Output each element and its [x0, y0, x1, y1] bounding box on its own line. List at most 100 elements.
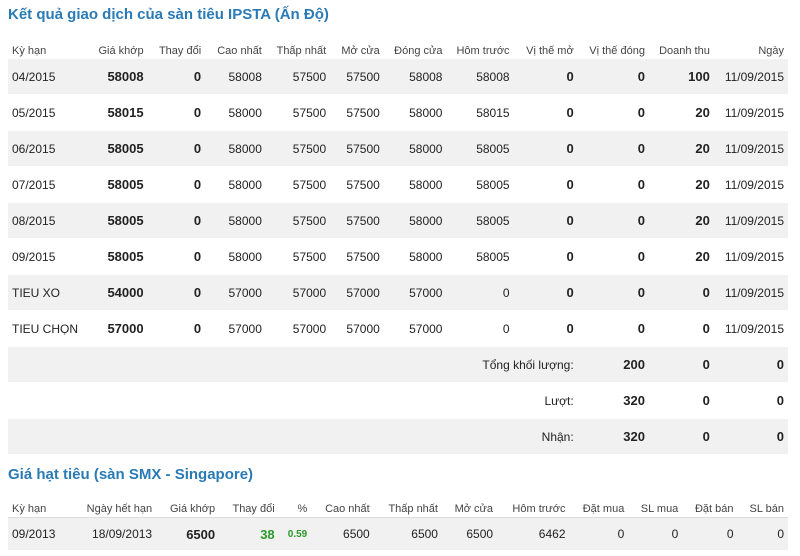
table-cell: 20	[648, 167, 714, 203]
totals-value: 200	[577, 347, 649, 383]
column-header: Giá khớp	[98, 45, 144, 57]
table-row: 05/2015 58015 0 58000 57500 57500 58000 58015 0 0…	[8, 95, 788, 131]
table-cell: 58000	[383, 203, 447, 239]
column-header: Vị thế mở	[526, 45, 574, 57]
table-cell: 58008	[446, 59, 514, 95]
totals-label: Nhận:	[8, 419, 578, 455]
column-header: Vị thế đóng	[589, 45, 645, 57]
column-header: Hôm trước	[456, 45, 510, 57]
table-cell: 0	[569, 518, 629, 550]
table-cell: 57500	[330, 167, 384, 203]
table-cell: 57500	[330, 131, 384, 167]
column-header: Cao nhất	[311, 493, 374, 518]
table-cell: 58005	[446, 203, 514, 239]
column-header: Ngày hết hạn	[68, 493, 157, 518]
table-cell: 58000	[205, 239, 266, 275]
table-cell: 04/2015	[8, 59, 84, 95]
totals-label: Tổng khối lượng:	[8, 347, 578, 383]
ipsta-section-title: Kết quả giao dịch của sàn tiêu IPSTA (Ấn…	[8, 6, 329, 23]
table-cell: 6500	[373, 518, 442, 550]
table-cell: 0	[577, 59, 649, 95]
table-cell: 57000	[205, 275, 266, 311]
table-cell: 58005	[83, 167, 148, 203]
table-cell: 58005	[446, 131, 514, 167]
table-cell: 57500	[330, 59, 384, 95]
table-header-row: Kỳ hạn Ngày hết hạn Giá khớp Thay đổi% Cao n…	[8, 493, 788, 518]
table-row: 04/2015 58008 0 58008 57500 57500 58008 58008 0 0…	[8, 59, 788, 95]
table-cell: 6500	[441, 518, 498, 550]
table-cell: 06/2015	[8, 131, 84, 167]
table-cell: 0	[147, 59, 206, 95]
table-cell: 0.59	[278, 518, 312, 550]
table-cell: 20	[648, 203, 714, 239]
table-row: 08/2015 58005 0 58000 57500 57500 58000 58005 0 0…	[8, 203, 788, 239]
column-header: Doanh thu	[659, 45, 710, 57]
smx-section-title: Giá hạt tiêu (sàn SMX - Singapore)	[8, 466, 254, 483]
table-cell: 0	[513, 95, 578, 131]
table-cell: 0	[446, 275, 514, 311]
table-row: TIEU XO 54000 0 57000 57000 57000 57000 0 0 0 0 11/…	[8, 275, 788, 311]
table-cell: 0	[147, 275, 206, 311]
table-cell: 54000	[83, 275, 148, 311]
table-cell: 07/2015	[8, 167, 84, 203]
table-cell: 08/2015	[8, 203, 84, 239]
table-cell: 20	[648, 239, 714, 275]
table-cell: 0	[147, 311, 206, 347]
table-cell: 20	[648, 131, 714, 167]
table-cell: 0	[577, 131, 649, 167]
column-header: Thay đổi	[158, 45, 202, 57]
table-cell: 58000	[205, 167, 266, 203]
table-cell: 09/2013	[8, 518, 69, 550]
table-cell: 58008	[205, 59, 266, 95]
table-cell: 57500	[265, 239, 331, 275]
table-cell: 0	[648, 311, 714, 347]
table-cell: 0	[446, 311, 514, 347]
table-cell: 58005	[446, 239, 514, 275]
table-cell: 57500	[330, 203, 384, 239]
table-cell: 0	[577, 95, 649, 131]
table-cell: 0	[513, 131, 578, 167]
table-cell: 57000	[205, 311, 266, 347]
totals-value: 0	[648, 383, 714, 419]
table-row: 09/2013 18/09/2013 6500 38 0.59 6500 6500 6500 6…	[8, 518, 788, 550]
totals-value: 0	[648, 419, 714, 455]
column-header: SL mua	[628, 493, 683, 518]
table-cell: 38	[219, 518, 279, 550]
table-cell: 58000	[383, 95, 447, 131]
column-header: Hôm trước	[497, 493, 570, 518]
table-cell: 11/09/2015	[713, 203, 788, 239]
ipsta-results-table: Kỳ hạn Giá khớp Thay đổi Cao nhất Thấp nhất M…	[8, 35, 788, 455]
column-header: Mở cửa	[341, 45, 380, 57]
table-cell: 0	[147, 95, 206, 131]
table-cell: 11/09/2015	[713, 59, 788, 95]
totals-value: 0	[648, 347, 714, 383]
table-header-row: Kỳ hạn Giá khớp Thay đổi Cao nhất Thấp nhất M…	[8, 35, 788, 59]
table-cell: 0	[513, 167, 578, 203]
table-cell: 57500	[265, 167, 331, 203]
table-cell: 09/2015	[8, 239, 84, 275]
totals-label: Lượt:	[8, 383, 578, 419]
table-cell: 0	[577, 239, 649, 275]
table-cell: 58005	[446, 167, 514, 203]
table-cell: 0	[513, 59, 578, 95]
smx-pepper-price-table: Kỳ hạn Ngày hết hạn Giá khớp Thay đổi% Cao n…	[8, 493, 788, 550]
table-cell: 57000	[383, 275, 447, 311]
column-header: Đặt bán	[682, 493, 738, 518]
table-cell: 0	[513, 311, 578, 347]
table-cell: 05/2015	[8, 95, 84, 131]
totals-value: 320	[577, 383, 649, 419]
table-cell: 58015	[83, 95, 148, 131]
table-row: TIEU CHỌN 57000 0 57000 57000 57000 57000 0 0 0 0 1…	[8, 311, 788, 347]
table-cell: 6500	[311, 518, 374, 550]
table-cell: 0	[147, 239, 206, 275]
table-cell: 57500	[265, 59, 331, 95]
table-cell: 57000	[330, 311, 384, 347]
table-row: 09/2015 58005 0 58000 57500 57500 58000 58005 0 0…	[8, 239, 788, 275]
column-header: Cao nhất	[217, 45, 262, 57]
table-cell: 6462	[497, 518, 570, 550]
column-header: Kỳ hạn	[12, 45, 47, 57]
column-header: Kỳ hạn	[8, 493, 69, 518]
table-cell: TIEU CHỌN	[8, 311, 84, 347]
table-cell: 20	[648, 95, 714, 131]
table-cell: 58005	[83, 203, 148, 239]
